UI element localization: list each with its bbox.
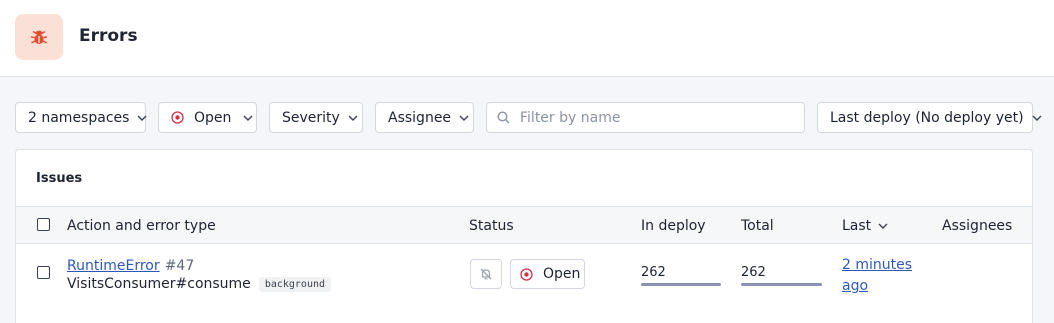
status-label: Open xyxy=(543,266,581,282)
in-deploy-count: 262 xyxy=(641,265,666,280)
in-deploy-bar xyxy=(641,283,721,286)
severity-filter-label: Severity xyxy=(282,109,340,126)
column-assignees-header: Assignees xyxy=(942,218,1013,234)
error-action-line: VisitsConsumer#consume background xyxy=(67,276,332,292)
error-title-line: RuntimeError #47 xyxy=(67,255,194,274)
namespaces-filter-label: 2 namespaces xyxy=(28,109,130,126)
search-icon xyxy=(497,111,510,124)
chevron-down-icon xyxy=(348,115,358,121)
error-number: #47 xyxy=(164,258,195,274)
issues-table-header: Action and error type Status In deploy T… xyxy=(16,206,1032,244)
sort-chevron-down-icon xyxy=(878,223,888,229)
bell-off-icon xyxy=(480,268,492,280)
select-all-checkbox[interactable] xyxy=(37,218,50,231)
total-count: 262 xyxy=(741,265,766,280)
error-action: VisitsConsumer#consume xyxy=(67,276,251,292)
column-total-header: Total xyxy=(741,218,774,234)
chevron-down-icon xyxy=(1032,115,1042,121)
chevron-down-icon xyxy=(459,115,469,121)
total-bar-fill xyxy=(741,283,822,286)
table-row: RuntimeError #47 VisitsConsumer#consume b… xyxy=(16,245,1032,305)
chevron-down-icon xyxy=(137,115,147,121)
app-icon-tile xyxy=(15,14,63,60)
namespace-tag: background xyxy=(258,277,332,292)
total-bar xyxy=(741,283,822,286)
page-header: Errors xyxy=(0,0,1054,77)
bug-icon xyxy=(30,30,48,44)
page-title: Errors xyxy=(79,26,138,46)
column-status-header: Status xyxy=(469,218,514,234)
issues-panel: Issues Action and error type Status In d… xyxy=(15,149,1033,323)
issues-title: Issues xyxy=(36,171,83,186)
chevron-down-icon xyxy=(243,115,253,121)
status-filter-label: Open xyxy=(194,109,232,126)
column-action-header: Action and error type xyxy=(67,218,216,234)
column-last-label: Last xyxy=(842,218,872,234)
open-status-icon xyxy=(520,267,533,281)
column-last-header[interactable]: Last xyxy=(842,218,888,234)
filter-by-name-search[interactable] xyxy=(486,102,805,133)
assignee-filter[interactable]: Assignee xyxy=(375,102,474,133)
search-input[interactable] xyxy=(520,109,790,126)
status-open-button[interactable]: Open xyxy=(510,259,585,289)
assignee-filter-label: Assignee xyxy=(388,109,452,126)
status-filter[interactable]: Open xyxy=(158,102,257,133)
deploy-filter-label: Last deploy (No deploy yet) xyxy=(830,109,1024,126)
namespaces-filter[interactable]: 2 namespaces xyxy=(15,102,147,133)
deploy-filter[interactable]: Last deploy (No deploy yet) xyxy=(817,102,1042,133)
open-status-icon xyxy=(171,111,184,124)
in-deploy-bar-fill xyxy=(641,283,721,286)
column-in-deploy-header: In deploy xyxy=(641,218,706,234)
error-type-link[interactable]: RuntimeError xyxy=(67,258,160,274)
mute-notifications-button[interactable] xyxy=(470,259,502,289)
last-occurrence-link[interactable]: 2 minutes ago xyxy=(842,255,917,297)
row-checkbox[interactable] xyxy=(37,266,50,279)
severity-filter[interactable]: Severity xyxy=(269,102,363,133)
